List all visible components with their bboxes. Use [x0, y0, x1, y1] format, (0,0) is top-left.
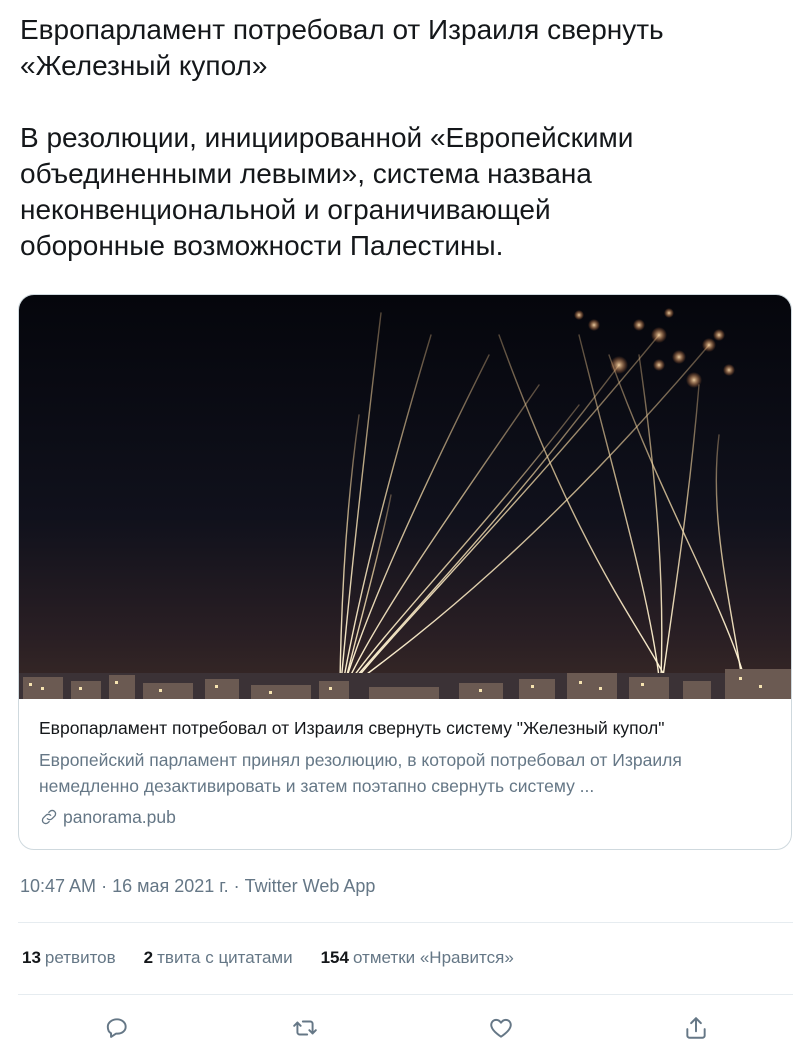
retweet-icon: [293, 1020, 317, 1036]
link-icon: [41, 809, 57, 825]
divider: [18, 994, 793, 995]
likes-stat[interactable]: 154 отметки «Нравится»: [321, 946, 514, 970]
like-icon: [490, 1018, 512, 1038]
reply-button[interactable]: [99, 1010, 135, 1046]
tweet-time-link[interactable]: 10:47 AM: [20, 876, 96, 896]
share-button[interactable]: [678, 1010, 714, 1046]
tweet-text: Европарламент потребовал от Израиля свер…: [20, 14, 664, 261]
divider: [18, 922, 793, 923]
card-image: [19, 295, 791, 699]
tweet-meta: 10:47 AM · 16 мая 2021 г. · Twitter Web …: [20, 874, 375, 898]
like-button[interactable]: [483, 1010, 519, 1046]
retweets-label: ретвитов: [44, 948, 116, 967]
quotes-count: 2: [143, 948, 154, 967]
meta-separator: ·: [228, 876, 245, 896]
reply-icon: [106, 1018, 127, 1038]
likes-label: отметки «Нравится»: [352, 948, 514, 967]
card-description: Европейский парламент принял резолюцию, …: [39, 750, 682, 796]
likes-count: 154: [320, 948, 349, 967]
retweet-button[interactable]: [287, 1010, 323, 1046]
link-card[interactable]: Европарламент потребовал от Израиля свер…: [18, 294, 792, 850]
card-domain-text: panorama.pub: [63, 807, 176, 827]
card-domain: panorama.pub: [39, 805, 775, 829]
share-icon: [686, 1017, 706, 1039]
tweet-stats: 13 ретвитов 2 твита с цитатами 154 отметки …: [22, 946, 514, 970]
tweet-source-link[interactable]: Twitter Web App: [245, 876, 376, 896]
card-title: Европарламент потребовал от Израиля свер…: [39, 718, 665, 738]
tweet-date-link[interactable]: 16 мая 2021 г.: [112, 876, 229, 896]
quotes-label: твита с цитатами: [157, 948, 293, 967]
tweet-actions: [0, 1010, 811, 1046]
retweets-stat[interactable]: 13 ретвитов: [22, 946, 116, 970]
card-body[interactable]: Европарламент потребовал от Израиля свер…: [39, 717, 775, 829]
meta-separator: ·: [96, 876, 113, 896]
retweets-count: 13: [22, 948, 41, 967]
quotes-stat[interactable]: 2 твита с цитатами: [144, 946, 293, 970]
